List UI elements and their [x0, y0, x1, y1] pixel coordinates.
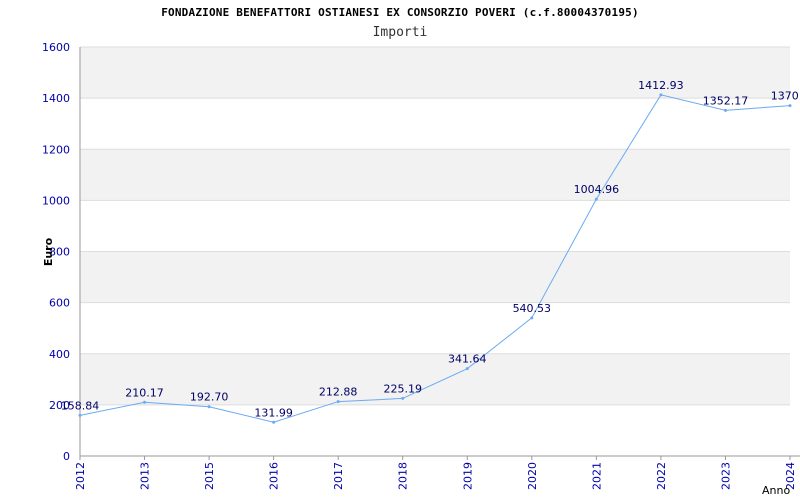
x-tick-label: 2021	[590, 462, 603, 490]
x-axis-label: Anno	[762, 484, 790, 497]
y-tick-label: 1600	[42, 41, 70, 54]
data-point	[465, 367, 469, 371]
data-label: 1352.17	[703, 94, 749, 107]
grid-band	[80, 200, 790, 252]
data-point	[336, 400, 340, 404]
data-point	[659, 93, 663, 97]
data-point	[723, 108, 727, 112]
data-point	[594, 197, 598, 201]
data-label: 210.17	[125, 386, 164, 399]
grid-band	[80, 302, 790, 354]
data-point	[272, 420, 276, 424]
x-tick-label: 2020	[526, 462, 539, 490]
x-tick-label: 2015	[203, 462, 216, 490]
y-tick-label: 1000	[42, 194, 70, 207]
data-label: 192.70	[190, 391, 229, 404]
x-tick-label: 2018	[397, 462, 410, 490]
grid-band	[80, 404, 790, 456]
x-tick-label: 2019	[461, 462, 474, 490]
y-axis-label: Euro	[42, 237, 55, 266]
chart: FONDAZIONE BENEFATTORI OSTIANESI EX CONS…	[0, 0, 800, 500]
grid-band	[80, 353, 790, 405]
x-tick-label: 2017	[332, 462, 345, 490]
y-tick-label: 1200	[42, 143, 70, 156]
x-tick-label: 2012	[74, 462, 87, 490]
data-point	[530, 316, 534, 320]
data-label: 1412.93	[638, 79, 684, 92]
x-tick-label: 2013	[139, 462, 152, 490]
data-label: 540.53	[513, 302, 552, 315]
x-tick-label: 2016	[268, 462, 281, 490]
x-tick-label: 2023	[719, 462, 732, 490]
data-point	[207, 405, 211, 409]
grid-band	[80, 149, 790, 201]
grid-band	[80, 251, 790, 303]
y-tick-label: 0	[63, 450, 70, 463]
data-label: 225.19	[383, 382, 422, 395]
x-tick-label: 2022	[655, 462, 668, 490]
data-point	[401, 396, 405, 400]
data-label: 1004.96	[574, 183, 620, 196]
plot-area: 020040060080010001200140016002012 2013 201…	[42, 41, 800, 497]
y-tick-label: 1400	[42, 92, 70, 105]
data-label: 341.64	[448, 353, 487, 366]
y-tick-label: 400	[49, 348, 70, 361]
data-point	[78, 413, 82, 417]
data-label: 1370.8	[771, 90, 800, 103]
data-label: 212.88	[319, 386, 358, 399]
data-point	[143, 400, 147, 404]
data-label: 158.84	[61, 399, 100, 412]
data-label: 131.99	[254, 406, 293, 419]
y-tick-label: 600	[49, 297, 70, 310]
data-point	[788, 104, 792, 108]
grid-band	[80, 98, 790, 150]
